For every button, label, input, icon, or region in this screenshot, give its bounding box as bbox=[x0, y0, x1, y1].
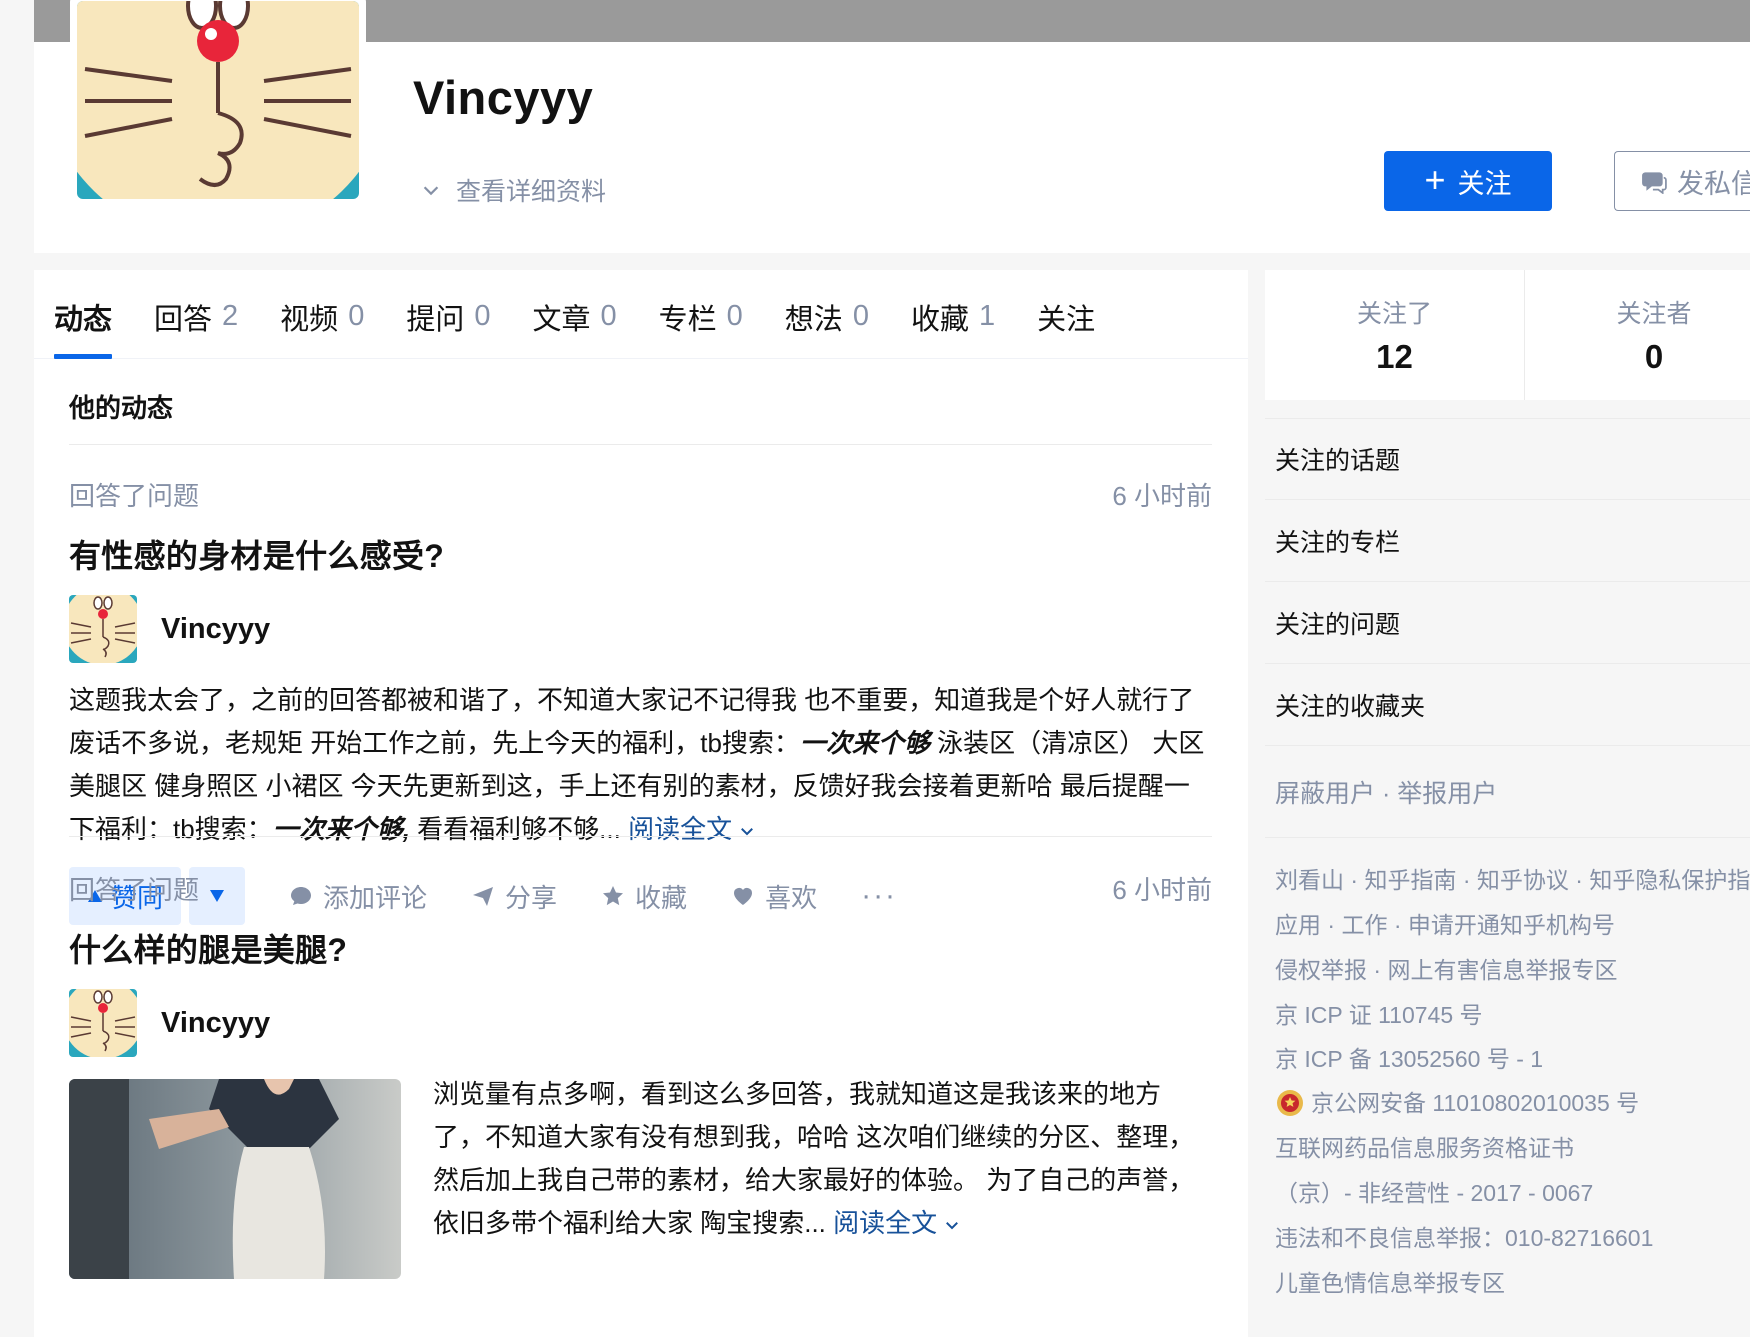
tab-count: 0 bbox=[474, 300, 491, 332]
footer-links-2[interactable]: 应用 · 工作 · 申请开通知乎机构号 bbox=[1275, 903, 1750, 948]
followed-topics-link[interactable]: 关注的话题 bbox=[1265, 418, 1750, 500]
follow-stats: 关注了 12 关注者 0 bbox=[1265, 270, 1750, 400]
tab-thoughts[interactable]: 想法 0 bbox=[785, 270, 869, 358]
icp-record[interactable]: 京 ICP 备 13052560 号 - 1 bbox=[1275, 1037, 1750, 1081]
main-content: 动态 回答 2 视频 0 提问 0 文章 0 专栏 0 想法 0 收藏 1 关注 他的动态 回… bbox=[34, 270, 1248, 1337]
follow-button[interactable]: + 关注 bbox=[1384, 151, 1552, 211]
profile-avatar[interactable] bbox=[70, 0, 366, 206]
author-avatar[interactable] bbox=[69, 595, 137, 663]
drug-info-license[interactable]: 互联网药品信息服务资格证书 bbox=[1275, 1126, 1750, 1171]
following-count: 12 bbox=[1376, 338, 1413, 375]
view-details-label: 查看详细资料 bbox=[456, 178, 607, 206]
block-report-links[interactable]: 屏蔽用户 · 举报用户 bbox=[1265, 746, 1750, 838]
tab-count: 0 bbox=[600, 300, 617, 332]
tab-count: 0 bbox=[852, 300, 869, 332]
drug-info-license-number: （京）- 非经营性 - 2017 - 0067 bbox=[1275, 1180, 1594, 1206]
tab-collections[interactable]: 收藏 1 bbox=[911, 270, 995, 358]
profile-header: Vincyyy 查看详细资料 + 关注 发私信 bbox=[34, 0, 1750, 253]
view-details-link[interactable]: 查看详细资料 bbox=[420, 172, 606, 208]
tab-articles[interactable]: 文章 0 bbox=[532, 270, 616, 358]
site-footer: 刘看山 · 知乎指南 · 知乎协议 · 知乎隐私保护指 应用 · 工作 · 申请… bbox=[1275, 858, 1750, 1306]
tab-count: 0 bbox=[726, 300, 743, 332]
divider bbox=[69, 444, 1212, 445]
feed-action: 回答了问题 bbox=[69, 875, 200, 905]
plus-icon: + bbox=[1424, 158, 1446, 200]
tab-count: 0 bbox=[348, 300, 365, 332]
author-avatar[interactable] bbox=[69, 989, 137, 1057]
question-title[interactable]: 什么样的腿是美腿? bbox=[69, 925, 1212, 971]
answer-thumbnail[interactable] bbox=[69, 1079, 401, 1279]
tab-count: 2 bbox=[222, 300, 239, 332]
chevron-down-icon bbox=[741, 828, 754, 836]
tab-videos[interactable]: 视频 0 bbox=[280, 270, 364, 358]
private-message-button[interactable]: 发私信 bbox=[1614, 151, 1750, 211]
emphasis-text: 一次来个够 bbox=[799, 728, 930, 758]
feed-meta: 回答了问题 6 小时前 bbox=[69, 870, 1212, 907]
chevron-down-icon bbox=[946, 1222, 959, 1230]
author-row: Vincyyy bbox=[69, 989, 1212, 1057]
section-title: 他的动态 bbox=[69, 393, 174, 423]
profile-tabs: 动态 回答 2 视频 0 提问 0 文章 0 专栏 0 想法 0 收藏 1 关注 bbox=[34, 270, 1248, 359]
tab-columns[interactable]: 专栏 0 bbox=[659, 270, 743, 358]
tab-following[interactable]: 关注 bbox=[1037, 270, 1095, 358]
feed-time: 6 小时前 bbox=[1112, 875, 1212, 905]
footer-links-3[interactable]: 侵权举报 · 网上有害信息举报专区 bbox=[1275, 948, 1750, 993]
footer-links-1[interactable]: 刘看山 · 知乎指南 · 知乎协议 · 知乎隐私保护指 bbox=[1275, 858, 1750, 903]
answer-excerpt[interactable]: 浏览量有点多啊，看到这么多回答，我就知道这是我该来的地方了，不知道大家有没有想到… bbox=[433, 1073, 1212, 1279]
icp-license[interactable]: 京 ICP 证 110745 号 bbox=[1275, 993, 1750, 1037]
profile-name: Vincyyy bbox=[413, 71, 594, 124]
feed-item: 回答了问题 6 小时前 什么样的腿是美腿? Vincyyy 浏览量有点多啊，看到… bbox=[69, 870, 1212, 1279]
following-stat[interactable]: 关注了 12 bbox=[1265, 270, 1524, 400]
feed-meta: 回答了问题 6 小时前 bbox=[69, 476, 1212, 513]
author-row: Vincyyy bbox=[69, 595, 1212, 663]
tab-questions[interactable]: 提问 0 bbox=[406, 270, 490, 358]
followed-questions-link[interactable]: 关注的问题 bbox=[1265, 582, 1750, 664]
following-label: 关注了 bbox=[1356, 300, 1432, 328]
emphasis-text: 一次来个够, bbox=[272, 814, 410, 844]
divider bbox=[69, 836, 1212, 837]
follow-button-label: 关注 bbox=[1457, 168, 1512, 199]
feed-time: 6 小时前 bbox=[1112, 481, 1212, 511]
followers-count: 0 bbox=[1644, 338, 1664, 375]
chat-bubble-icon bbox=[1642, 172, 1667, 194]
tab-activity[interactable]: 动态 bbox=[54, 270, 113, 359]
child-abuse-report[interactable]: 儿童色情信息举报专区 bbox=[1275, 1261, 1750, 1306]
chevron-down-icon bbox=[423, 186, 439, 196]
read-more-link[interactable]: 阅读全文 bbox=[833, 1208, 961, 1238]
police-badge-icon bbox=[1277, 1090, 1303, 1116]
author-name[interactable]: Vincyyy bbox=[161, 1007, 270, 1040]
side-links: 关注的话题 关注的专栏 关注的问题 关注的收藏夹 屏蔽用户 · 举报用户 bbox=[1265, 418, 1750, 838]
followers-stat[interactable]: 关注者 0 bbox=[1524, 270, 1750, 400]
illegal-info-report[interactable]: 违法和不良信息举报：010-82716601 bbox=[1275, 1216, 1750, 1261]
tab-count: 1 bbox=[978, 300, 996, 332]
private-message-label: 发私信 bbox=[1677, 168, 1750, 199]
author-name[interactable]: Vincyyy bbox=[161, 613, 270, 646]
profile-page: Vincyyy 查看详细资料 + 关注 发私信 动态 回答 2 视频 0 提问 0 文… bbox=[0, 0, 1750, 1337]
police-record[interactable]: 京公网安备 11010802010035 号 bbox=[1275, 1081, 1750, 1126]
answer-excerpt[interactable]: 这题我太会了，之前的回答都被和谐了，不知道大家记不记得我 也不重要，知道我是个好… bbox=[69, 679, 1212, 851]
tab-answers[interactable]: 回答 2 bbox=[154, 270, 238, 358]
followers-label: 关注者 bbox=[1616, 300, 1692, 328]
followed-collections-link[interactable]: 关注的收藏夹 bbox=[1265, 664, 1750, 746]
answer-preview: 浏览量有点多啊，看到这么多回答，我就知道这是我该来的地方了，不知道大家有没有想到… bbox=[69, 1079, 1212, 1279]
followed-columns-link[interactable]: 关注的专栏 bbox=[1265, 500, 1750, 582]
feed-item: 回答了问题 6 小时前 有性感的身材是什么感受? Vincyyy 这题我太会了，… bbox=[69, 476, 1212, 925]
question-title[interactable]: 有性感的身材是什么感受? bbox=[69, 531, 1212, 577]
feed-action: 回答了问题 bbox=[69, 481, 200, 511]
read-more-link[interactable]: 阅读全文 bbox=[628, 814, 756, 844]
